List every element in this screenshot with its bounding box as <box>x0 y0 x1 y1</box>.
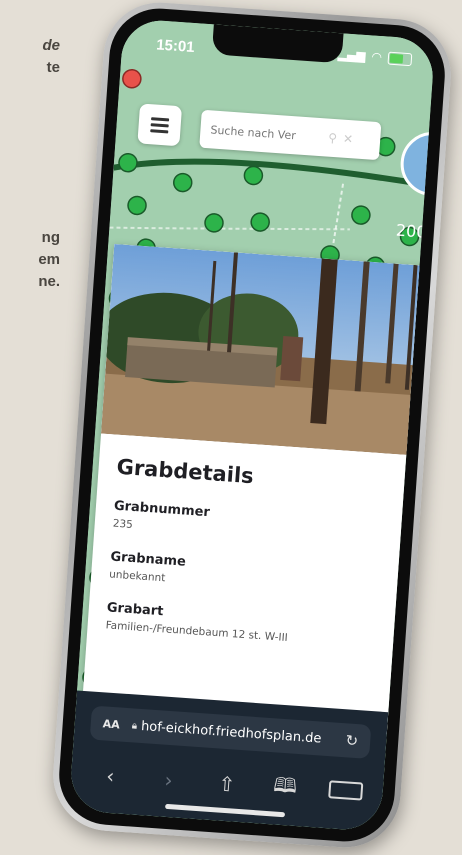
wifi-icon: ◠ <box>371 49 383 65</box>
screen: 200 15:01 ▂▄▆ ◠ ⚲ ✕ <box>68 18 436 832</box>
grave-photo-image <box>101 243 436 457</box>
grave-detail-content: Grabdetails Grabnummer 235 Grabname unbe… <box>105 455 413 652</box>
signal-icon: ▂▄▆ <box>337 47 367 64</box>
grave-marker <box>250 212 270 232</box>
menu-button[interactable] <box>137 103 183 147</box>
lock-icon: 🔒︎ <box>131 719 138 732</box>
background-text-3: ng <box>41 229 60 246</box>
background-text-5: ne. <box>38 273 60 290</box>
background-text-4: em <box>38 251 60 268</box>
background-text-1: de <box>42 37 60 54</box>
status-icons: ▂▄▆ ◠ <box>337 47 413 66</box>
field-grave-number: Grabnummer 235 <box>112 499 409 551</box>
clear-icon[interactable]: ✕ <box>343 132 354 147</box>
back-icon[interactable]: ‹ <box>95 763 127 789</box>
share-icon[interactable]: ⇧ <box>211 771 243 797</box>
grave-marker <box>172 172 193 193</box>
field-grave-type: Grabart Familien-/Freundebaum 12 st. W-I… <box>105 600 402 652</box>
battery-icon <box>387 51 413 66</box>
grave-marker <box>127 195 147 216</box>
grave-detail-card: Grabdetails Grabnummer 235 Grabname unbe… <box>81 243 436 736</box>
browser-nav: ‹ › ⇧ 🕮︎ <box>80 757 374 811</box>
card-title: Grabdetails <box>115 454 255 489</box>
hamburger-icon <box>150 117 170 133</box>
bookmarks-icon[interactable]: 🕮︎ <box>269 770 301 806</box>
search-input[interactable] <box>208 121 323 145</box>
phone: 200 15:01 ▂▄▆ ◠ ⚲ ✕ <box>49 0 455 852</box>
grave-marker <box>204 213 224 233</box>
grave-marker <box>351 205 371 225</box>
grave-photo <box>101 243 436 457</box>
grave-marker <box>118 152 138 173</box>
reload-icon[interactable]: ↻ <box>345 731 359 750</box>
background-text-2: te <box>46 59 60 76</box>
browser-toolbar: AA 🔒︎ hof-eickhof.friedhofsplan.de ↻ ‹ ›… <box>68 690 389 832</box>
tabs-icon[interactable] <box>327 779 364 805</box>
grave-marker-occupied <box>122 69 142 89</box>
grave-marker <box>243 165 264 186</box>
text-size-icon[interactable]: AA <box>102 717 120 731</box>
forward-icon[interactable]: › <box>153 767 185 793</box>
field-grave-name: Grabname unbekannt <box>109 549 406 601</box>
search-icon[interactable]: ⚲ <box>328 131 338 146</box>
url-text[interactable]: hof-eickhof.friedhofsplan.de <box>141 719 347 748</box>
status-time: 15:01 <box>155 36 196 57</box>
home-indicator[interactable] <box>165 803 286 818</box>
address-bar[interactable]: AA 🔒︎ hof-eickhof.friedhofsplan.de ↻ <box>89 705 372 759</box>
